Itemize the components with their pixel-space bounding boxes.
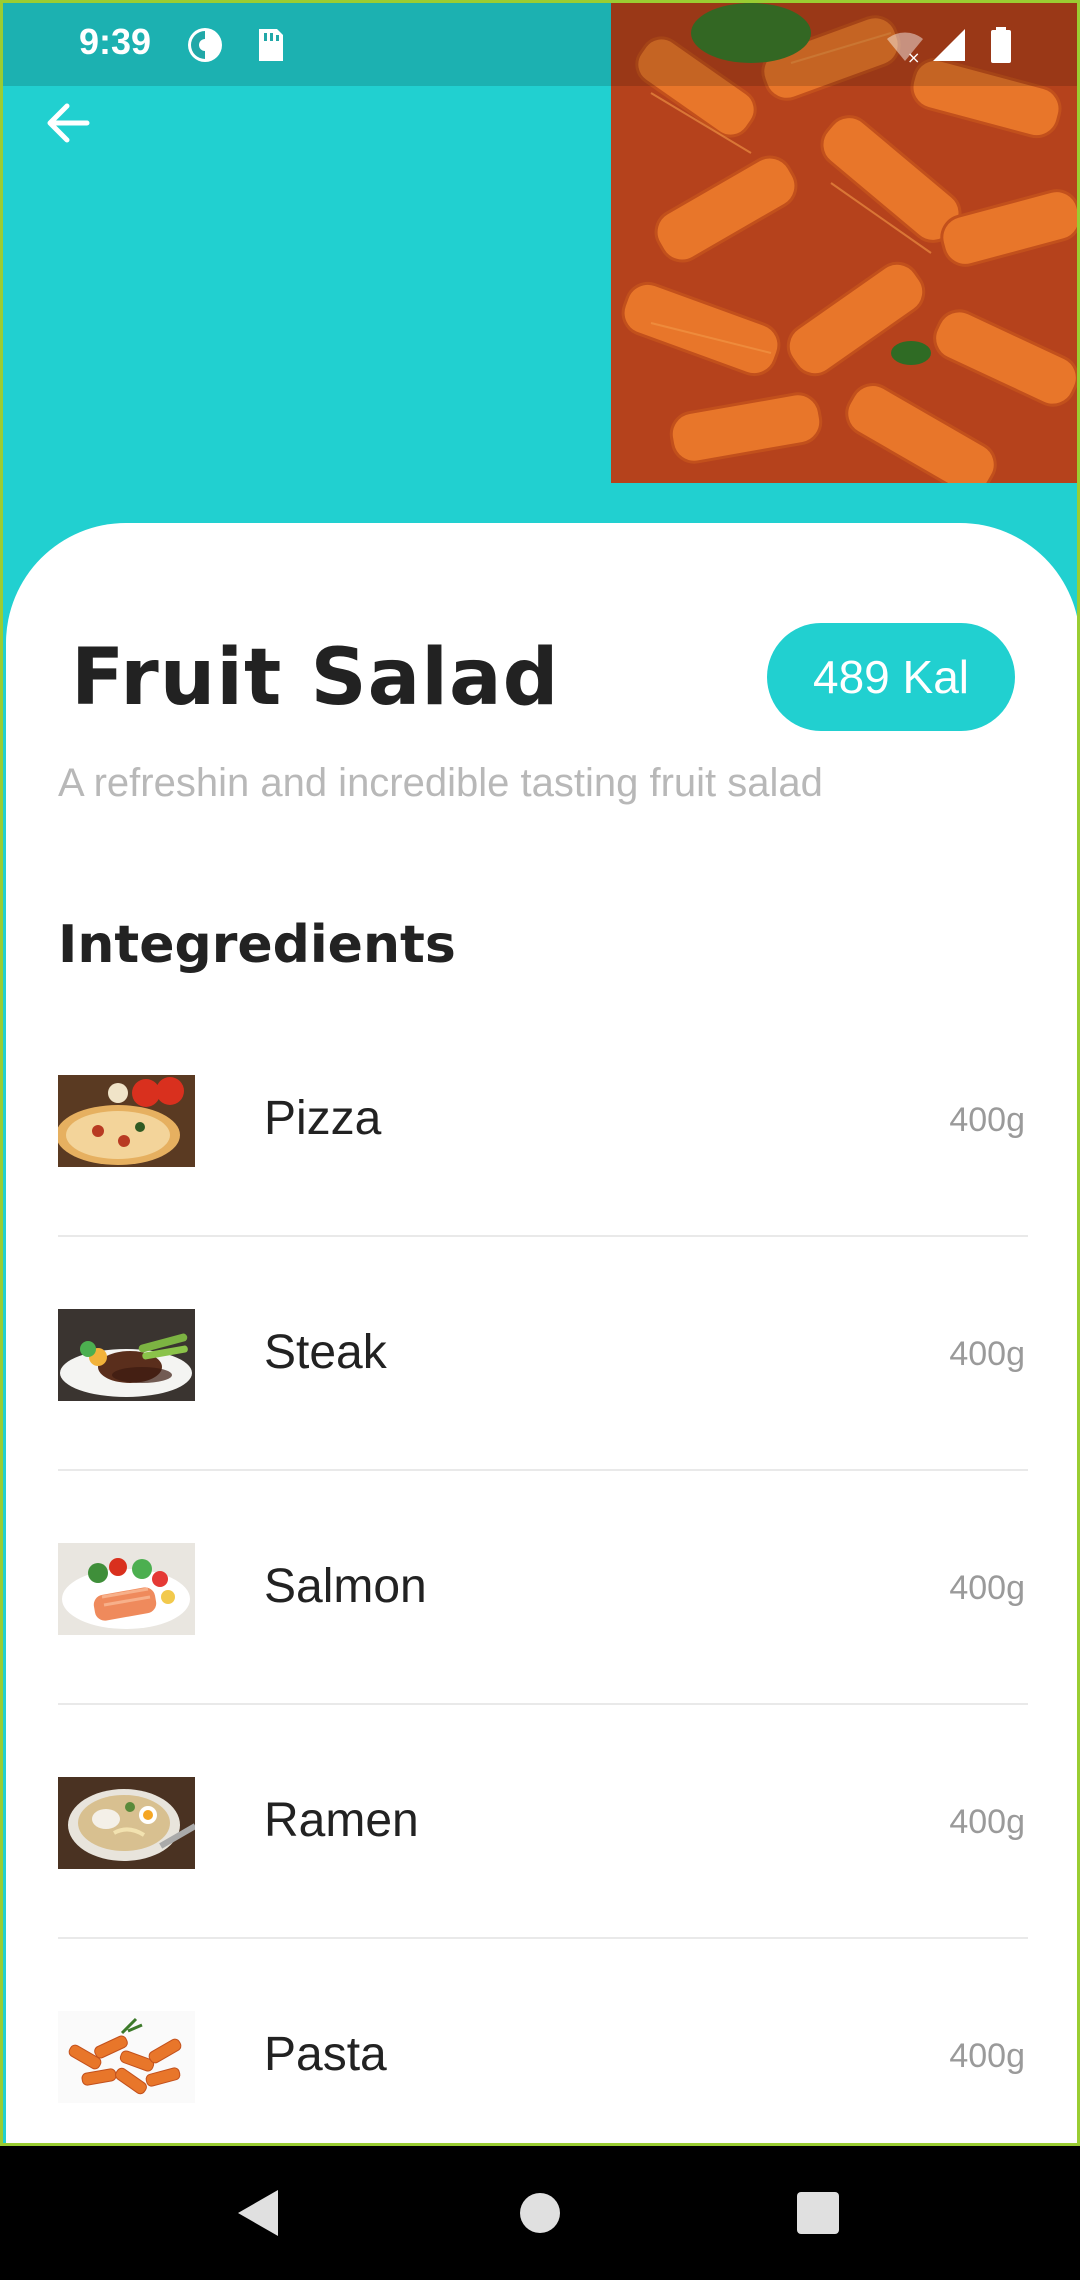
status-time: 9:39 bbox=[79, 21, 152, 62]
nav-back-button[interactable] bbox=[222, 2176, 296, 2250]
nav-recents-button[interactable] bbox=[781, 2176, 855, 2250]
ingredient-row[interactable]: Pasta 400g bbox=[58, 1939, 1028, 2143]
nav-home-button[interactable] bbox=[503, 2176, 577, 2250]
ingredient-amount: 400g bbox=[949, 1101, 1025, 1139]
ingredients-heading: Integredients bbox=[58, 915, 456, 975]
screen: 9:39 × Fruit Salad 489 Kal A refreshin a… bbox=[0, 0, 1080, 2280]
ingredient-amount: 400g bbox=[949, 2037, 1025, 2075]
recipe-title: Fruit Salad bbox=[71, 633, 560, 723]
recipe-detail-screen: 9:39 × Fruit Salad 489 Kal A refreshin a… bbox=[0, 0, 1080, 2146]
back-button[interactable] bbox=[39, 93, 99, 153]
ingredient-name: Steak bbox=[264, 1326, 387, 1379]
battery-icon bbox=[981, 25, 1021, 65]
ingredient-name: Pasta bbox=[264, 2028, 387, 2081]
sd-card-icon bbox=[249, 25, 289, 65]
recipe-description: A refreshin and incredible tasting fruit… bbox=[58, 761, 823, 805]
steak-photo-icon bbox=[58, 1309, 195, 1401]
ingredient-row[interactable]: Ramen 400g bbox=[58, 1705, 1028, 1939]
signal-icon bbox=[929, 25, 969, 65]
back-triangle-icon bbox=[238, 2190, 278, 2236]
ingredient-row[interactable]: Steak 400g bbox=[58, 1237, 1028, 1471]
ingredient-row[interactable]: Salmon 400g bbox=[58, 1471, 1028, 1705]
ingredient-amount: 400g bbox=[949, 1569, 1025, 1607]
pizza-photo-icon bbox=[58, 1075, 195, 1167]
ingredients-list: Pizza 400g Steak 400g Salmon 400g Ramen … bbox=[58, 1003, 1028, 2143]
status-bar: 9:39 × bbox=[3, 3, 1077, 86]
system-nav-bar bbox=[0, 2146, 1080, 2280]
ingredient-name: Pizza bbox=[264, 1092, 382, 1145]
ingredient-row[interactable]: Pizza 400g bbox=[58, 1003, 1028, 1237]
wifi-off-icon: × bbox=[885, 25, 925, 67]
home-circle-icon bbox=[520, 2193, 560, 2233]
svg-text:×: × bbox=[907, 48, 920, 65]
ingredient-amount: 400g bbox=[949, 1335, 1025, 1373]
ingredient-amount: 400g bbox=[949, 1803, 1025, 1841]
ingredient-name: Salmon bbox=[264, 1560, 427, 1613]
calorie-badge: 489 Kal bbox=[767, 623, 1015, 731]
vpn-icon bbox=[185, 25, 225, 65]
ingredient-name: Ramen bbox=[264, 1794, 419, 1847]
recents-square-icon bbox=[797, 2192, 839, 2234]
arrow-left-icon bbox=[47, 103, 90, 143]
pasta-photo-icon bbox=[58, 2011, 195, 2103]
salmon-photo-icon bbox=[58, 1543, 195, 1635]
ramen-photo-icon bbox=[58, 1777, 195, 1869]
